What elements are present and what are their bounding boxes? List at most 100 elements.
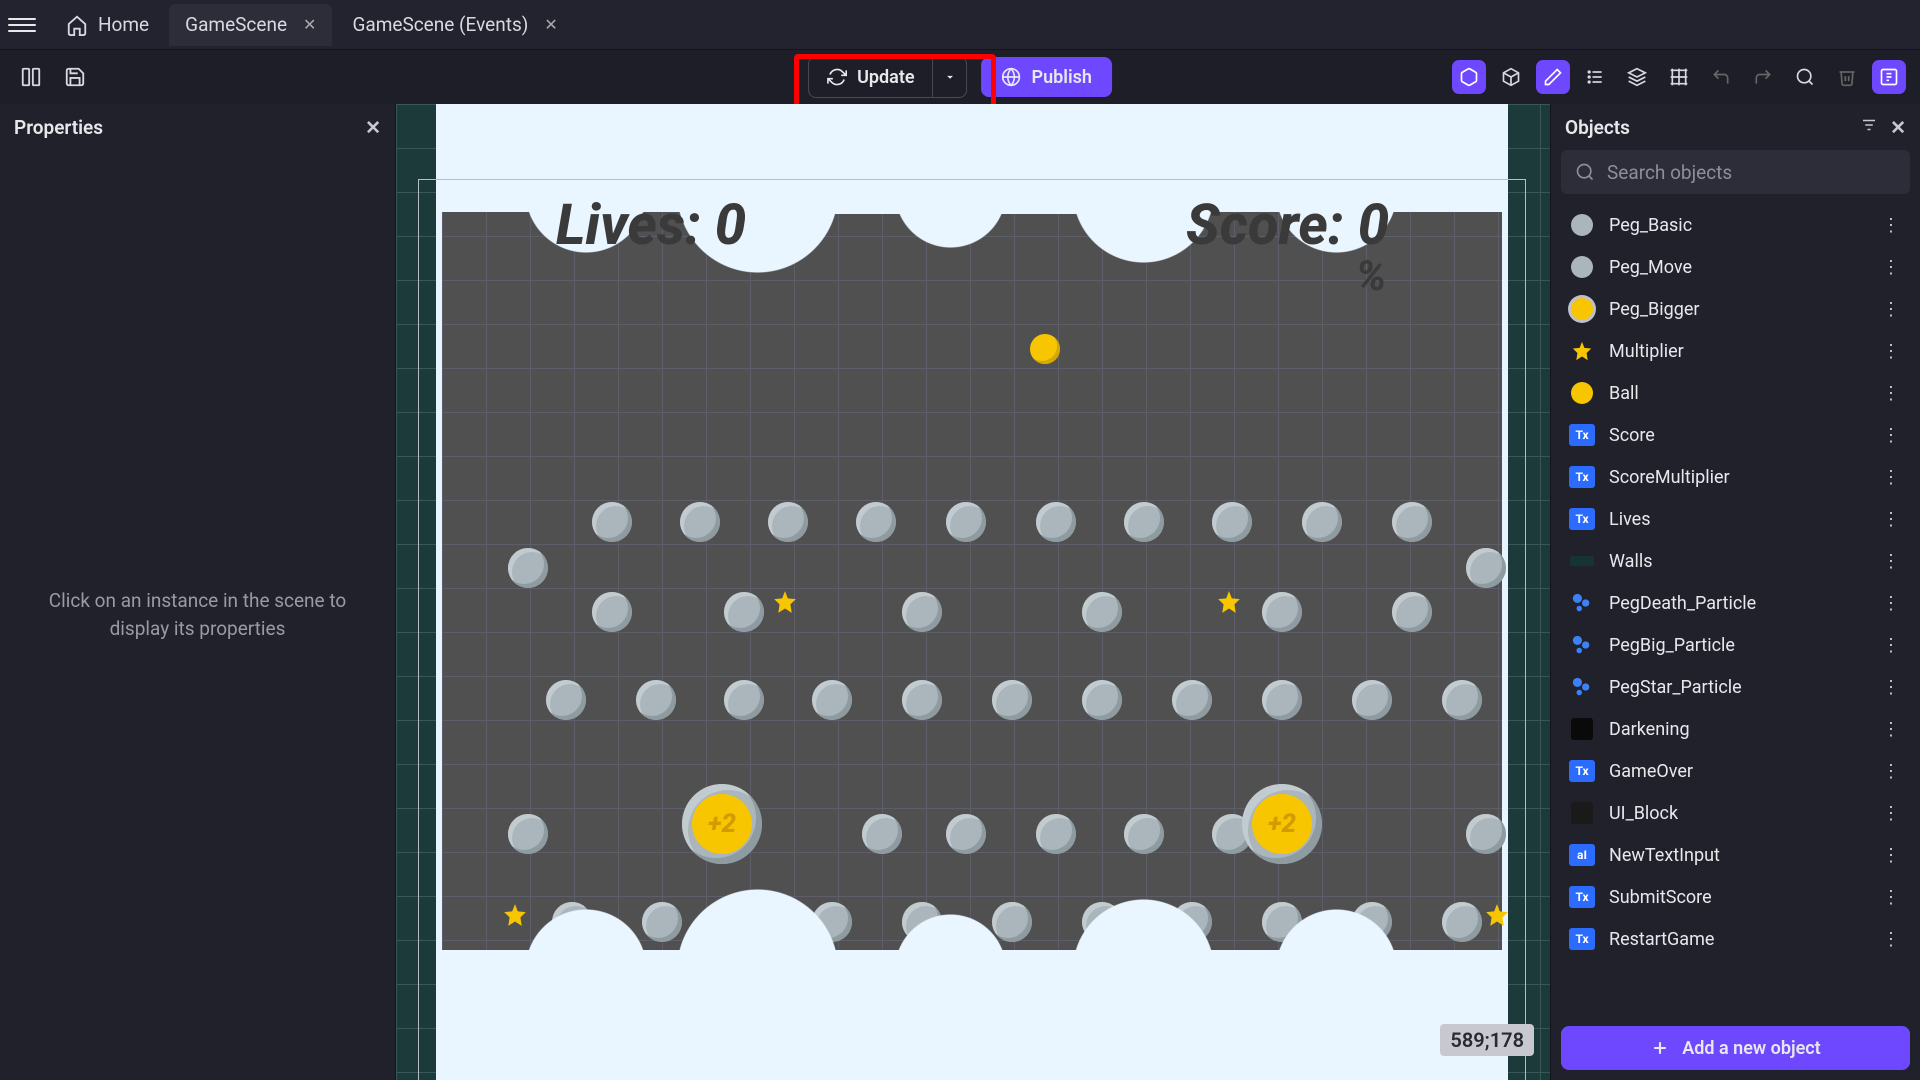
object-row[interactable]: TxRestartGame⋮ [1561,918,1910,960]
trash-icon[interactable] [1830,60,1864,94]
peg-instance[interactable] [902,680,942,720]
kebab-icon[interactable]: ⋮ [1878,551,1904,572]
star-instance[interactable] [772,589,798,615]
peg-instance[interactable] [1082,592,1122,632]
peg-instance[interactable] [592,592,632,632]
kebab-icon[interactable]: ⋮ [1878,887,1904,908]
box-3d-icon[interactable] [1452,60,1486,94]
redo-icon[interactable] [1746,60,1780,94]
close-icon[interactable]: ✕ [544,15,557,34]
peg-instance[interactable] [946,814,986,854]
kebab-icon[interactable]: ⋮ [1878,425,1904,446]
peg-instance[interactable] [1242,784,1322,864]
instances-icon[interactable] [1494,60,1528,94]
scene-canvas[interactable]: Lives: 0 Score: 0 % 589;178 [396,104,1550,1080]
peg-instance[interactable] [1262,592,1302,632]
peg-instance[interactable] [946,502,986,542]
object-row[interactable]: PegDeath_Particle⋮ [1561,582,1910,624]
object-row[interactable]: TxSubmitScore⋮ [1561,876,1910,918]
kebab-icon[interactable]: ⋮ [1878,383,1904,404]
kebab-icon[interactable]: ⋮ [1878,803,1904,824]
peg-instance[interactable] [768,502,808,542]
grid-icon[interactable] [1662,60,1696,94]
object-row[interactable]: Multiplier⋮ [1561,330,1910,372]
publish-button[interactable]: Publish [982,57,1112,97]
object-row[interactable]: Darkening⋮ [1561,708,1910,750]
search-objects-input[interactable] [1607,161,1896,184]
kebab-icon[interactable]: ⋮ [1878,215,1904,236]
close-icon[interactable]: ✕ [365,116,381,139]
score-text[interactable]: Score: 0 [1186,192,1389,258]
peg-instance[interactable] [1352,680,1392,720]
peg-instance[interactable] [1392,502,1432,542]
peg-instance[interactable] [1124,502,1164,542]
settings-panel-icon[interactable] [1872,60,1906,94]
ball-instance[interactable] [1030,334,1060,364]
tab-events[interactable]: GameScene (Events) ✕ [336,4,573,46]
menu-icon[interactable] [8,11,36,39]
peg-instance[interactable] [724,592,764,632]
peg-instance[interactable] [902,592,942,632]
tab-scene[interactable]: GameScene ✕ [169,4,332,46]
search-objects-box[interactable] [1561,150,1910,194]
peg-instance[interactable] [1172,680,1212,720]
peg-instance[interactable] [1442,680,1482,720]
update-button[interactable]: Update [809,57,932,97]
peg-instance[interactable] [1036,814,1076,854]
add-object-button[interactable]: Add a new object [1561,1026,1910,1070]
peg-instance[interactable] [508,548,548,588]
kebab-icon[interactable]: ⋮ [1878,593,1904,614]
peg-instance[interactable] [1466,548,1506,588]
lives-text[interactable]: Lives: 0 [556,192,746,258]
kebab-icon[interactable]: ⋮ [1878,341,1904,362]
kebab-icon[interactable]: ⋮ [1878,509,1904,530]
object-row[interactable]: Peg_Basic⋮ [1561,204,1910,246]
undo-icon[interactable] [1704,60,1738,94]
kebab-icon[interactable]: ⋮ [1878,929,1904,950]
peg-instance[interactable] [680,502,720,542]
peg-instance[interactable] [1082,680,1122,720]
kebab-icon[interactable]: ⋮ [1878,635,1904,656]
peg-instance[interactable] [636,680,676,720]
object-row[interactable]: TxLives⋮ [1561,498,1910,540]
peg-instance[interactable] [508,814,548,854]
peg-instance[interactable] [862,814,902,854]
peg-instance[interactable] [812,680,852,720]
peg-instance[interactable] [724,680,764,720]
kebab-icon[interactable]: ⋮ [1878,299,1904,320]
peg-instance[interactable] [546,680,586,720]
object-row[interactable]: PegStar_Particle⋮ [1561,666,1910,708]
peg-instance[interactable] [592,502,632,542]
peg-instance[interactable] [1124,814,1164,854]
object-row[interactable]: Walls⋮ [1561,540,1910,582]
zoom-icon[interactable] [1788,60,1822,94]
object-row[interactable]: TxGameOver⋮ [1561,750,1910,792]
peg-instance[interactable] [682,784,762,864]
object-row[interactable]: TxScore⋮ [1561,414,1910,456]
peg-instance[interactable] [1466,814,1506,854]
multiplier-text[interactable]: % [1356,252,1386,301]
update-dropdown[interactable] [933,57,967,97]
kebab-icon[interactable]: ⋮ [1878,719,1904,740]
kebab-icon[interactable]: ⋮ [1878,677,1904,698]
close-icon[interactable]: ✕ [303,15,316,34]
kebab-icon[interactable]: ⋮ [1878,467,1904,488]
peg-instance[interactable] [1392,592,1432,632]
object-row[interactable]: PegBig_Particle⋮ [1561,624,1910,666]
tab-home[interactable]: Home [50,4,165,46]
kebab-icon[interactable]: ⋮ [1878,761,1904,782]
edit-icon[interactable] [1536,60,1570,94]
peg-instance[interactable] [1036,502,1076,542]
layers-icon[interactable] [1620,60,1654,94]
save-icon[interactable] [58,60,92,94]
peg-instance[interactable] [1212,502,1252,542]
object-row[interactable]: UI_Block⋮ [1561,792,1910,834]
object-row[interactable]: Peg_Bigger⋮ [1561,288,1910,330]
star-instance[interactable] [1216,589,1242,615]
peg-instance[interactable] [856,502,896,542]
filter-icon[interactable] [1860,116,1878,139]
peg-instance[interactable] [1262,680,1302,720]
close-icon[interactable]: ✕ [1890,116,1906,139]
object-row[interactable]: TxScoreMultiplier⋮ [1561,456,1910,498]
peg-instance[interactable] [1302,502,1342,542]
